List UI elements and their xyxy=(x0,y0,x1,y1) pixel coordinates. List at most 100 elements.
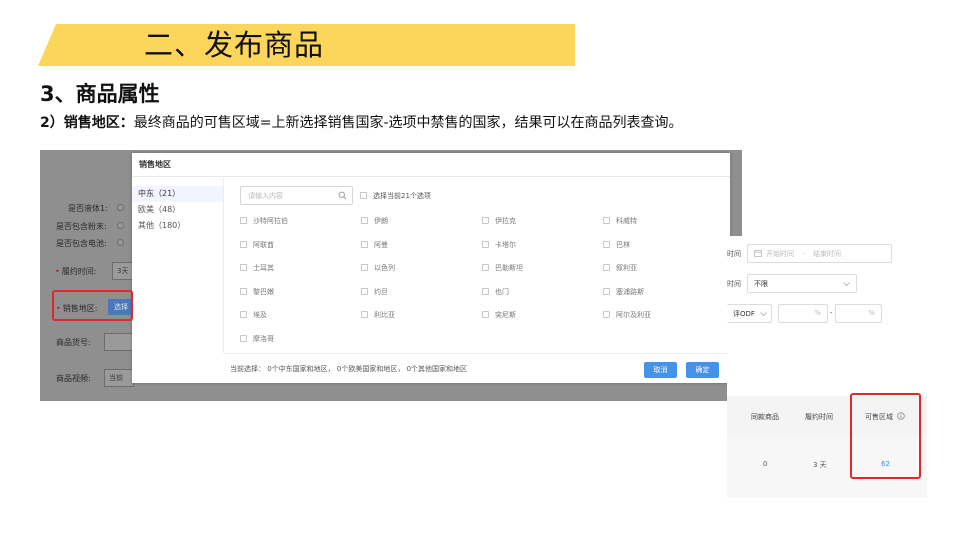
country-checkbox[interactable]: 沙特阿拉伯 xyxy=(240,216,288,226)
country-checkbox[interactable]: 利比亚 xyxy=(361,310,395,320)
country-checkbox[interactable]: 叙利亚 xyxy=(603,263,637,273)
country-checkbox[interactable]: 土耳其 xyxy=(240,263,274,273)
selection-summary: 当前选择： 0个中东国家和地区， 0个欧美国家和地区， 0个其他国家和地区 xyxy=(230,365,468,373)
checkbox-icon xyxy=(240,264,247,271)
description-text: 最终商品的可售区域=上新选择销售国家-选项中禁售的国家，结果可以在商品列表查询。 xyxy=(133,115,683,131)
column-header-same-items: 同款商品 xyxy=(751,413,779,421)
checkbox-icon xyxy=(361,240,368,248)
country-checkbox[interactable]: 约旦 xyxy=(361,287,388,297)
country-label: 巴林 xyxy=(616,240,630,249)
odr-min-input[interactable]: % xyxy=(778,304,828,323)
odr-select[interactable]: 评ODF xyxy=(727,304,772,323)
cell-same-items: 0 xyxy=(763,460,768,468)
region-item-europe-america[interactable]: 欧美（48） xyxy=(132,202,223,218)
video-input[interactable]: 当前 xyxy=(104,369,134,387)
percent-unit: % xyxy=(814,309,821,317)
sku-label: 商品货号: xyxy=(56,338,91,347)
country-checkbox[interactable]: 突尼斯 xyxy=(482,310,516,320)
video-label: 商品视频: xyxy=(56,374,91,383)
region-item-other[interactable]: 其他（180） xyxy=(132,218,223,234)
date-range-input[interactable]: 开始时间 - 结束时间 xyxy=(747,244,892,263)
checkbox-icon xyxy=(361,264,368,271)
country-checkbox[interactable]: 阿尔及利亚 xyxy=(603,310,651,320)
powder-radio[interactable] xyxy=(117,222,124,229)
checkbox-icon xyxy=(482,264,489,271)
region-item-middle-east[interactable]: 中东（21） xyxy=(132,186,223,202)
country-label: 阿曼 xyxy=(374,240,388,249)
country-checkbox[interactable]: 阿联酋 xyxy=(240,240,274,250)
country-label: 摩洛哥 xyxy=(253,334,274,343)
checkbox-icon xyxy=(361,217,368,224)
country-checkbox[interactable]: 也门 xyxy=(482,287,509,297)
country-label: 土耳其 xyxy=(253,264,274,272)
checkbox-icon xyxy=(240,311,247,318)
sales-region-screenshot: 是否液体1: 是否包含粉末: 是否包含电池: 履约时间: 3天 销售地区: 选择… xyxy=(40,150,742,401)
sellable-region-highlight xyxy=(850,393,921,479)
country-label: 以色列 xyxy=(374,264,395,272)
country-label: 约旦 xyxy=(374,287,388,296)
country-label: 伊朗 xyxy=(374,217,388,225)
column-header-fulfill-time: 履约时间 xyxy=(805,413,833,421)
checkbox-icon xyxy=(360,192,367,199)
checkbox-icon xyxy=(603,240,610,248)
modal-footer: 当前选择： 0个中东国家和地区， 0个欧美国家和地区， 0个其他国家和地区 取消… xyxy=(224,353,730,383)
battery-radio[interactable] xyxy=(117,239,124,246)
limit-select[interactable]: 不限 xyxy=(747,274,857,293)
country-checkbox[interactable]: 阿曼 xyxy=(361,240,388,250)
country-search-input[interactable]: 请输入内容 xyxy=(240,186,353,205)
cancel-button[interactable]: 取消 xyxy=(644,362,677,378)
confirm-button[interactable]: 确定 xyxy=(686,362,719,378)
start-date-placeholder: 开始时间 xyxy=(766,250,794,258)
country-label: 叙利亚 xyxy=(616,264,637,272)
country-label: 卡塔尔 xyxy=(495,240,516,249)
country-checkbox[interactable]: 塞浦路斯 xyxy=(603,287,644,297)
country-label: 科威特 xyxy=(616,217,637,225)
country-checkbox[interactable]: 卡塔尔 xyxy=(482,240,516,250)
chevron-down-icon xyxy=(760,312,767,317)
checkbox-icon xyxy=(603,217,610,224)
country-checkbox[interactable]: 巴林 xyxy=(603,240,630,250)
country-label: 伊拉克 xyxy=(495,217,516,225)
search-placeholder: 请输入内容 xyxy=(248,192,283,200)
range-dash: - xyxy=(830,309,833,317)
checkbox-icon xyxy=(603,264,610,271)
section-title: 3、商品属性 xyxy=(40,82,160,106)
battery-label: 是否包含电池: xyxy=(56,239,107,248)
country-label: 突尼斯 xyxy=(495,311,516,319)
description: 2）销售地区：最终商品的可售区域=上新选择销售国家-选项中禁售的国家，结果可以在… xyxy=(40,112,683,134)
country-checkbox[interactable]: 以色列 xyxy=(361,263,395,273)
select-all-checkbox[interactable]: 选择当前21个选项 xyxy=(360,191,431,201)
country-label: 也门 xyxy=(495,287,509,296)
odr-max-input[interactable]: % xyxy=(835,304,882,323)
search-icon[interactable] xyxy=(338,191,347,200)
country-checkbox[interactable]: 巴勒斯坦 xyxy=(482,263,523,273)
country-checkbox[interactable]: 埃及 xyxy=(240,310,267,320)
powder-label: 是否包含粉末: xyxy=(56,222,107,231)
sales-region-modal: 销售地区 中东（21） 欧美（48） 其他（180） 请输入内容 选择当前21个… xyxy=(132,153,730,383)
chevron-down-icon xyxy=(843,282,850,287)
country-label: 埃及 xyxy=(253,311,267,319)
country-checkbox[interactable]: 伊朗 xyxy=(361,216,388,226)
cell-fulfill-time: 3 天 xyxy=(813,461,827,469)
region-list: 中东（21） 欧美（48） 其他（180） xyxy=(132,178,224,353)
odr-label: 评ODF xyxy=(733,310,755,318)
liquid-radio[interactable] xyxy=(117,204,124,211)
modal-title: 销售地区 xyxy=(132,153,730,177)
country-label: 阿尔及利亚 xyxy=(616,311,651,319)
country-label: 阿联酋 xyxy=(253,240,274,249)
fulfill-time-select[interactable]: 3天 xyxy=(112,262,134,280)
checkbox-icon xyxy=(603,311,610,318)
country-label: 巴勒斯坦 xyxy=(495,264,523,272)
select-all-label: 选择当前21个选项 xyxy=(373,192,431,200)
limit-select-value: 不限 xyxy=(754,280,768,288)
checkbox-icon xyxy=(240,217,247,224)
country-panel: 请输入内容 选择当前21个选项 沙特阿拉伯 伊朗 伊拉克 科威特阿联酋 阿曼 卡塔尔 巴林土… xyxy=(224,178,730,353)
sku-input[interactable] xyxy=(104,333,134,351)
country-checkbox[interactable]: 摩洛哥 xyxy=(240,334,274,344)
calendar-icon xyxy=(754,250,762,257)
country-checkbox[interactable]: 科威特 xyxy=(603,216,637,226)
country-checkbox[interactable]: 伊拉克 xyxy=(482,216,516,226)
checkbox-icon xyxy=(482,311,489,318)
country-checkbox[interactable]: 黎巴嫩 xyxy=(240,287,274,297)
checkbox-icon xyxy=(240,334,247,342)
